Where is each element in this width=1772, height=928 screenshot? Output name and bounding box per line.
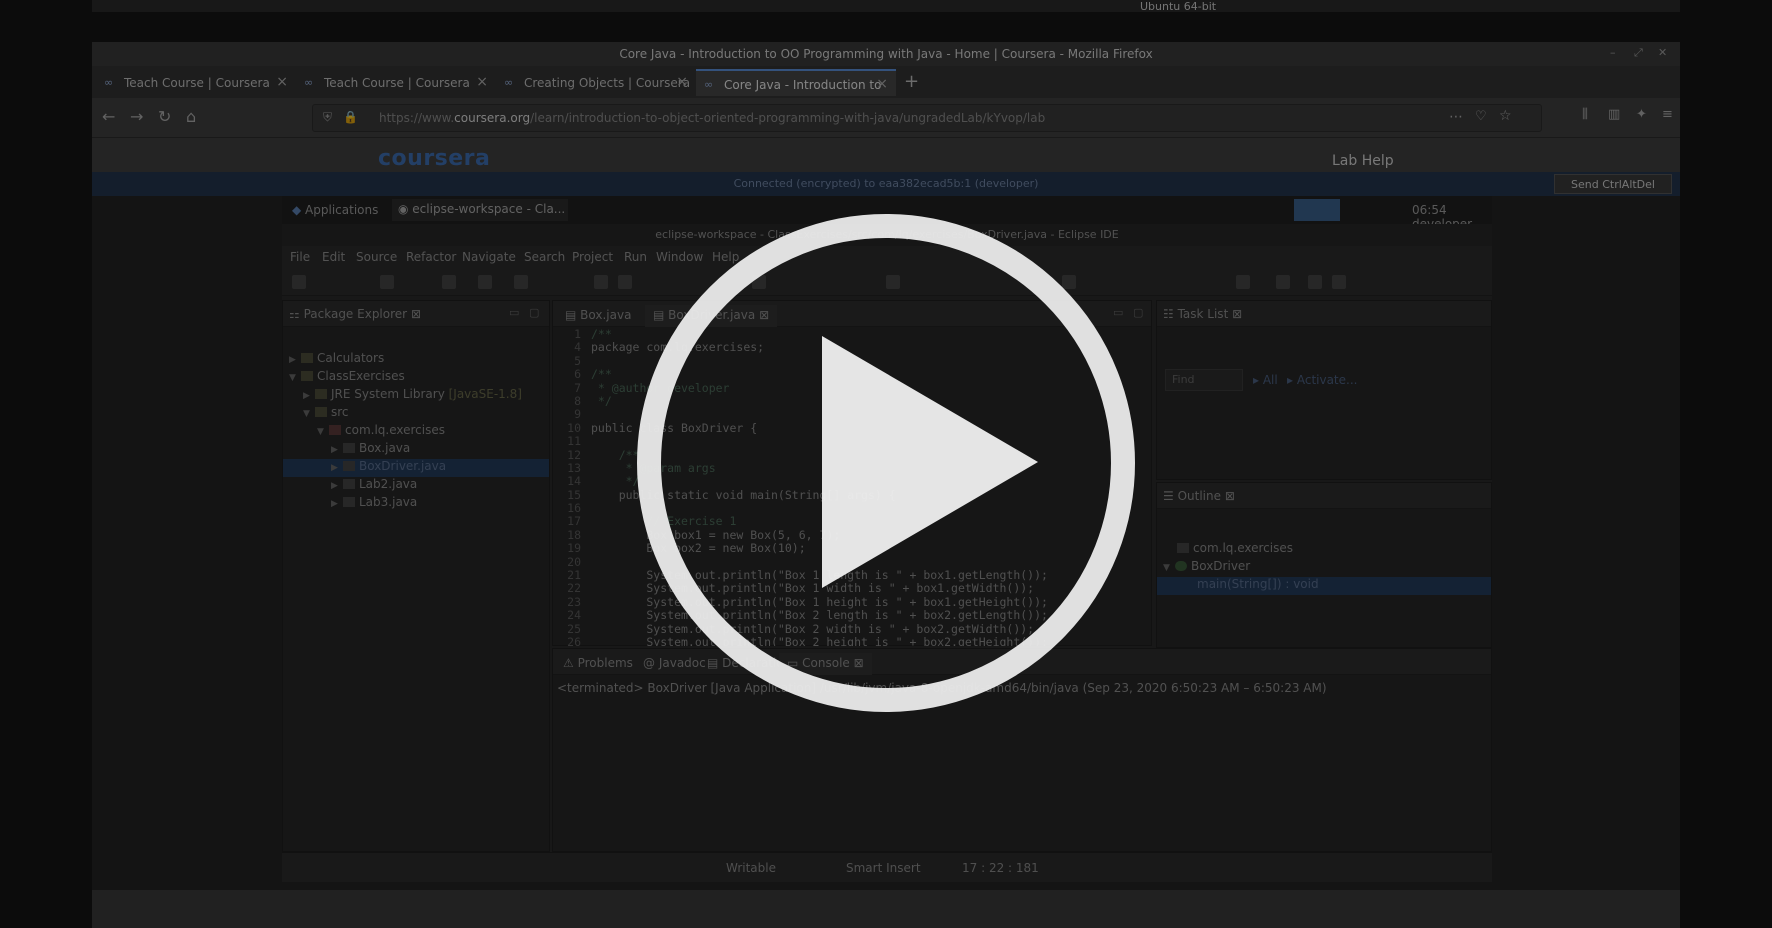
- play-icon[interactable]: [822, 336, 1038, 588]
